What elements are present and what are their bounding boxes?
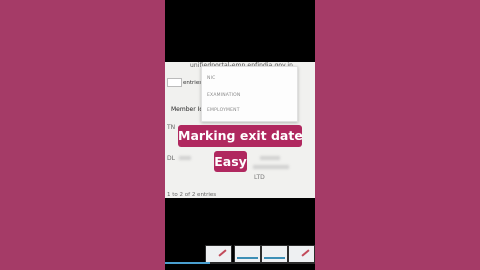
video-progress-bar[interactable]	[165, 262, 315, 264]
thumbnail-bar	[237, 257, 258, 259]
video-progress-fill	[165, 262, 210, 264]
entries-select[interactable]	[167, 78, 182, 87]
pen-mark-icon	[301, 249, 310, 257]
redacted-text	[253, 165, 289, 169]
redacted-text	[260, 156, 280, 160]
thumbnail-bar	[264, 257, 285, 259]
thumbnail[interactable]	[288, 245, 315, 263]
screen-top-area	[165, 0, 315, 62]
right-background	[315, 0, 480, 270]
thumbnail[interactable]	[205, 245, 232, 263]
row-member-prefix-2: DL	[167, 155, 175, 162]
redacted-text	[179, 156, 191, 160]
pen-mark-icon	[218, 249, 227, 257]
entries-label: entries	[183, 80, 203, 86]
thumbnail[interactable]	[261, 245, 288, 263]
table-footer: 1 to 2 of 2 entries	[167, 192, 217, 198]
dropdown-menu: NIC EXAMINATION EMPLOYMENT	[201, 66, 298, 122]
thumbnail[interactable]	[234, 245, 261, 263]
dropdown-item[interactable]: EMPLOYMENT	[207, 108, 240, 113]
dropdown-item[interactable]: NIC	[207, 76, 215, 81]
company-suffix: LTD	[254, 174, 265, 181]
caption-subtitle: Easy	[214, 151, 247, 172]
left-background	[0, 0, 165, 270]
caption-title: Marking exit date	[178, 125, 303, 147]
video-frame: unifiedportal-emp.epfindia.gov.in entrie…	[0, 0, 480, 270]
dropdown-item[interactable]: EXAMINATION	[207, 93, 241, 98]
row-member-prefix-1: TN	[167, 124, 176, 131]
